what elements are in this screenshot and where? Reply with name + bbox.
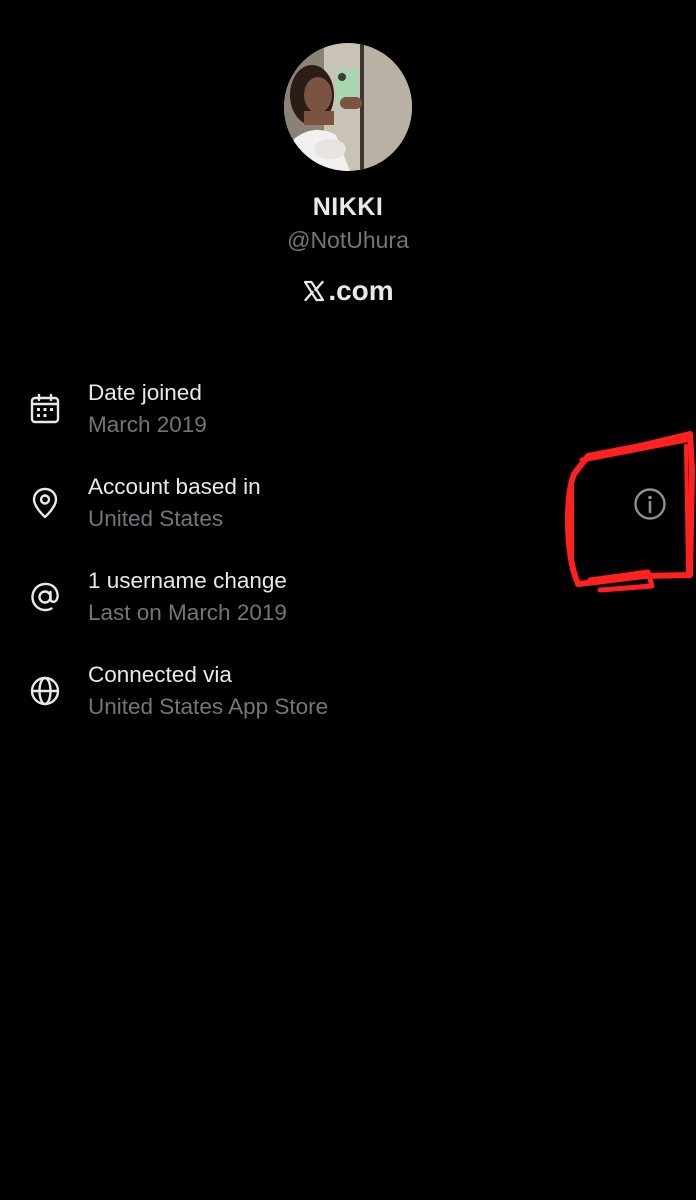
avatar[interactable] — [284, 43, 412, 171]
list-item-subtitle: United States — [88, 506, 224, 531]
profile-photo — [284, 43, 412, 171]
list-item-subtitle: United States App Store — [88, 694, 329, 719]
connected-domain[interactable]: .com — [0, 275, 696, 310]
x-logo-icon — [302, 278, 326, 310]
info-circle-icon[interactable] — [632, 486, 668, 522]
list-item-subtitle: March 2019 — [88, 412, 207, 437]
calendar-icon — [28, 392, 62, 426]
globe-icon — [28, 674, 62, 708]
list-item-title: 1 username change — [88, 568, 287, 593]
list-item-connected-via: Connected via United States App Store — [0, 654, 696, 734]
list-item-date-joined: Date joined March 2019 — [0, 372, 696, 452]
username-handle: @NotUhura — [287, 227, 409, 253]
list-item-title: Date joined — [88, 380, 202, 405]
list-item-account-based-in: Account based in United States — [0, 466, 696, 546]
list-item-title: Connected via — [88, 662, 232, 687]
at-sign-icon — [28, 580, 62, 614]
domain-text: .com — [328, 275, 394, 306]
display-name: NIKKI — [312, 193, 384, 221]
list-item-username-change: 1 username change Last on March 2019 — [0, 560, 696, 640]
list-item-title: Account based in — [88, 474, 261, 499]
list-item-subtitle: Last on March 2019 — [88, 600, 287, 625]
location-pin-icon — [28, 486, 62, 520]
